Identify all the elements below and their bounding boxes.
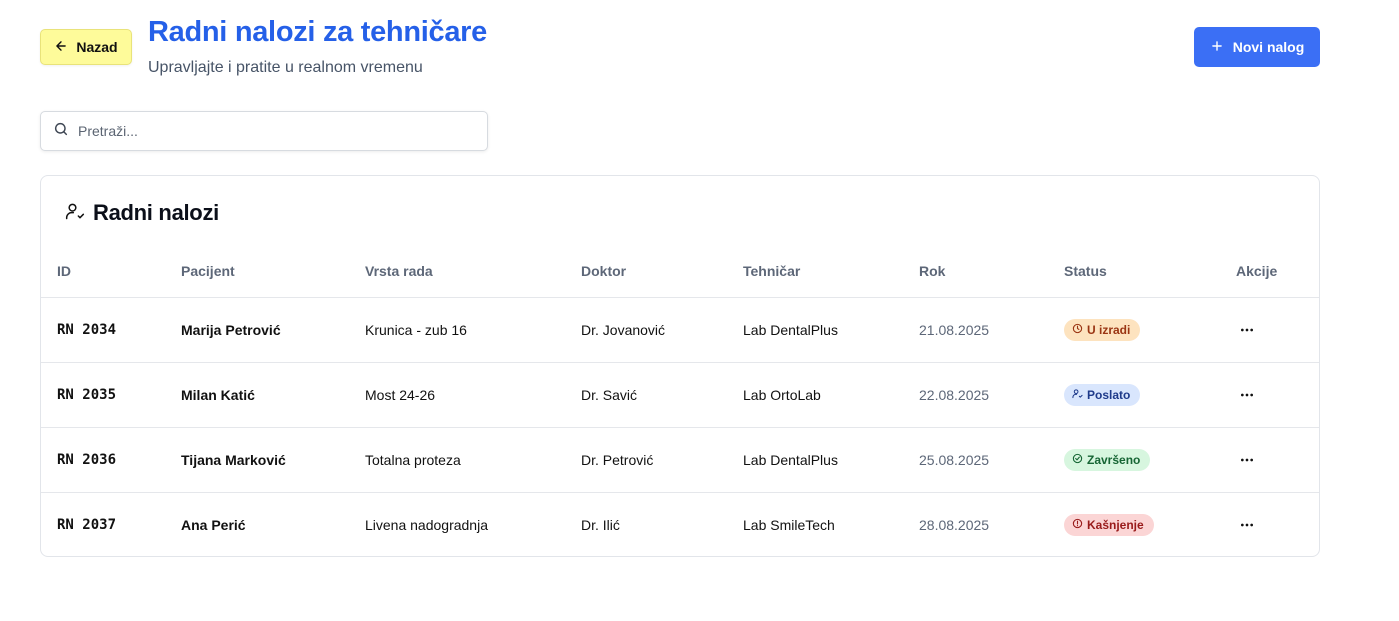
card-header: Radni nalozi [65, 200, 219, 226]
back-button[interactable]: Nazad [40, 29, 132, 65]
doctor-name: Dr. Jovanović [565, 296, 727, 362]
column-header-actions: Akcije [1236, 263, 1278, 280]
card-title: Radni nalozi [93, 200, 219, 225]
page-subtitle: Upravljajte i pratite u realnom vremenu [148, 59, 423, 76]
work-type: Totalna proteza [349, 426, 565, 492]
column-header-doctor: Doktor [581, 263, 627, 280]
column-header-work: Vrsta rada [365, 263, 433, 280]
more-horizontal-icon[interactable] [1236, 384, 1258, 406]
user-check-icon [1072, 388, 1083, 402]
technician-name: Lab SmileTech [727, 491, 903, 557]
actions-cell [1220, 491, 1319, 557]
status-badge: U izradi [1064, 318, 1141, 341]
patient-name: Ana Perić [165, 491, 349, 557]
new-order-button[interactable]: Novi nalog [1194, 27, 1320, 67]
user-check-icon [65, 201, 85, 226]
column-header-id: ID [57, 263, 71, 280]
due-date: 22.08.2025 [903, 361, 1048, 427]
work-type: Livena nadogradnja [349, 491, 565, 557]
order-id: RN 2035 [41, 361, 165, 427]
search-icon [53, 121, 69, 142]
work-type: Most 24-26 [349, 361, 565, 427]
table-row[interactable]: RN 2036 Tijana Marković Totalna proteza … [41, 426, 1319, 492]
new-order-label: Novi nalog [1232, 39, 1305, 55]
page-title: Radni nalozi za tehničare [148, 16, 487, 48]
column-header-status: Status [1064, 263, 1107, 280]
more-horizontal-icon[interactable] [1236, 449, 1258, 471]
patient-name: Marija Petrović [165, 296, 349, 362]
status-cell: Kašnjenje [1048, 491, 1220, 557]
arrow-left-icon [54, 39, 68, 56]
technician-name: Lab DentalPlus [727, 426, 903, 492]
status-label: Poslato [1087, 387, 1131, 402]
table-row[interactable]: RN 2034 Marija Petrović Krunica - zub 16… [41, 296, 1319, 362]
status-badge: Poslato [1064, 383, 1141, 406]
status-badge: Kašnjenje [1064, 513, 1154, 536]
table-row[interactable]: RN 2035 Milan Katić Most 24-26 Dr. Savić… [41, 361, 1319, 427]
status-cell: Završeno [1048, 426, 1220, 492]
column-header-technician: Tehničar [743, 263, 801, 280]
due-date: 25.08.2025 [903, 426, 1048, 492]
actions-cell [1220, 426, 1319, 492]
order-id: RN 2037 [41, 491, 165, 557]
orders-card: Radni nalozi ID Pacijent Vrsta rada Dokt… [40, 175, 1320, 557]
status-label: Završeno [1087, 452, 1141, 467]
orders-table: ID Pacijent Vrsta rada Doktor Tehničar R… [41, 246, 1319, 557]
doctor-name: Dr. Petrović [565, 426, 727, 492]
search-input[interactable] [78, 123, 458, 139]
plus-icon [1210, 39, 1224, 56]
status-cell: U izradi [1048, 296, 1220, 362]
actions-cell [1220, 296, 1319, 362]
technician-name: Lab OrtoLab [727, 361, 903, 427]
work-type: Krunica - zub 16 [349, 296, 565, 362]
column-header-patient: Pacijent [181, 263, 235, 280]
due-date: 28.08.2025 [903, 491, 1048, 557]
doctor-name: Dr. Ilić [565, 491, 727, 557]
alert-circle-icon [1072, 518, 1083, 532]
column-header-due: Rok [919, 263, 946, 280]
technician-name: Lab DentalPlus [727, 296, 903, 362]
patient-name: Milan Katić [165, 361, 349, 427]
check-circle-icon [1072, 453, 1083, 467]
actions-cell [1220, 361, 1319, 427]
search-box [40, 111, 488, 151]
back-button-label: Nazad [76, 39, 118, 55]
table-row[interactable]: RN 2037 Ana Perić Livena nadogradnja Dr.… [41, 491, 1319, 557]
more-horizontal-icon[interactable] [1236, 319, 1258, 341]
order-id: RN 2036 [41, 426, 165, 492]
table-header-row: ID Pacijent Vrsta rada Doktor Tehničar R… [41, 246, 1319, 297]
status-cell: Poslato [1048, 361, 1220, 427]
order-id: RN 2034 [41, 296, 165, 362]
clock-icon [1072, 323, 1083, 337]
patient-name: Tijana Marković [165, 426, 349, 492]
doctor-name: Dr. Savić [565, 361, 727, 427]
status-label: U izradi [1087, 322, 1131, 337]
due-date: 21.08.2025 [903, 296, 1048, 362]
status-label: Kašnjenje [1087, 517, 1144, 532]
status-badge: Završeno [1064, 448, 1151, 471]
more-horizontal-icon[interactable] [1236, 514, 1258, 536]
